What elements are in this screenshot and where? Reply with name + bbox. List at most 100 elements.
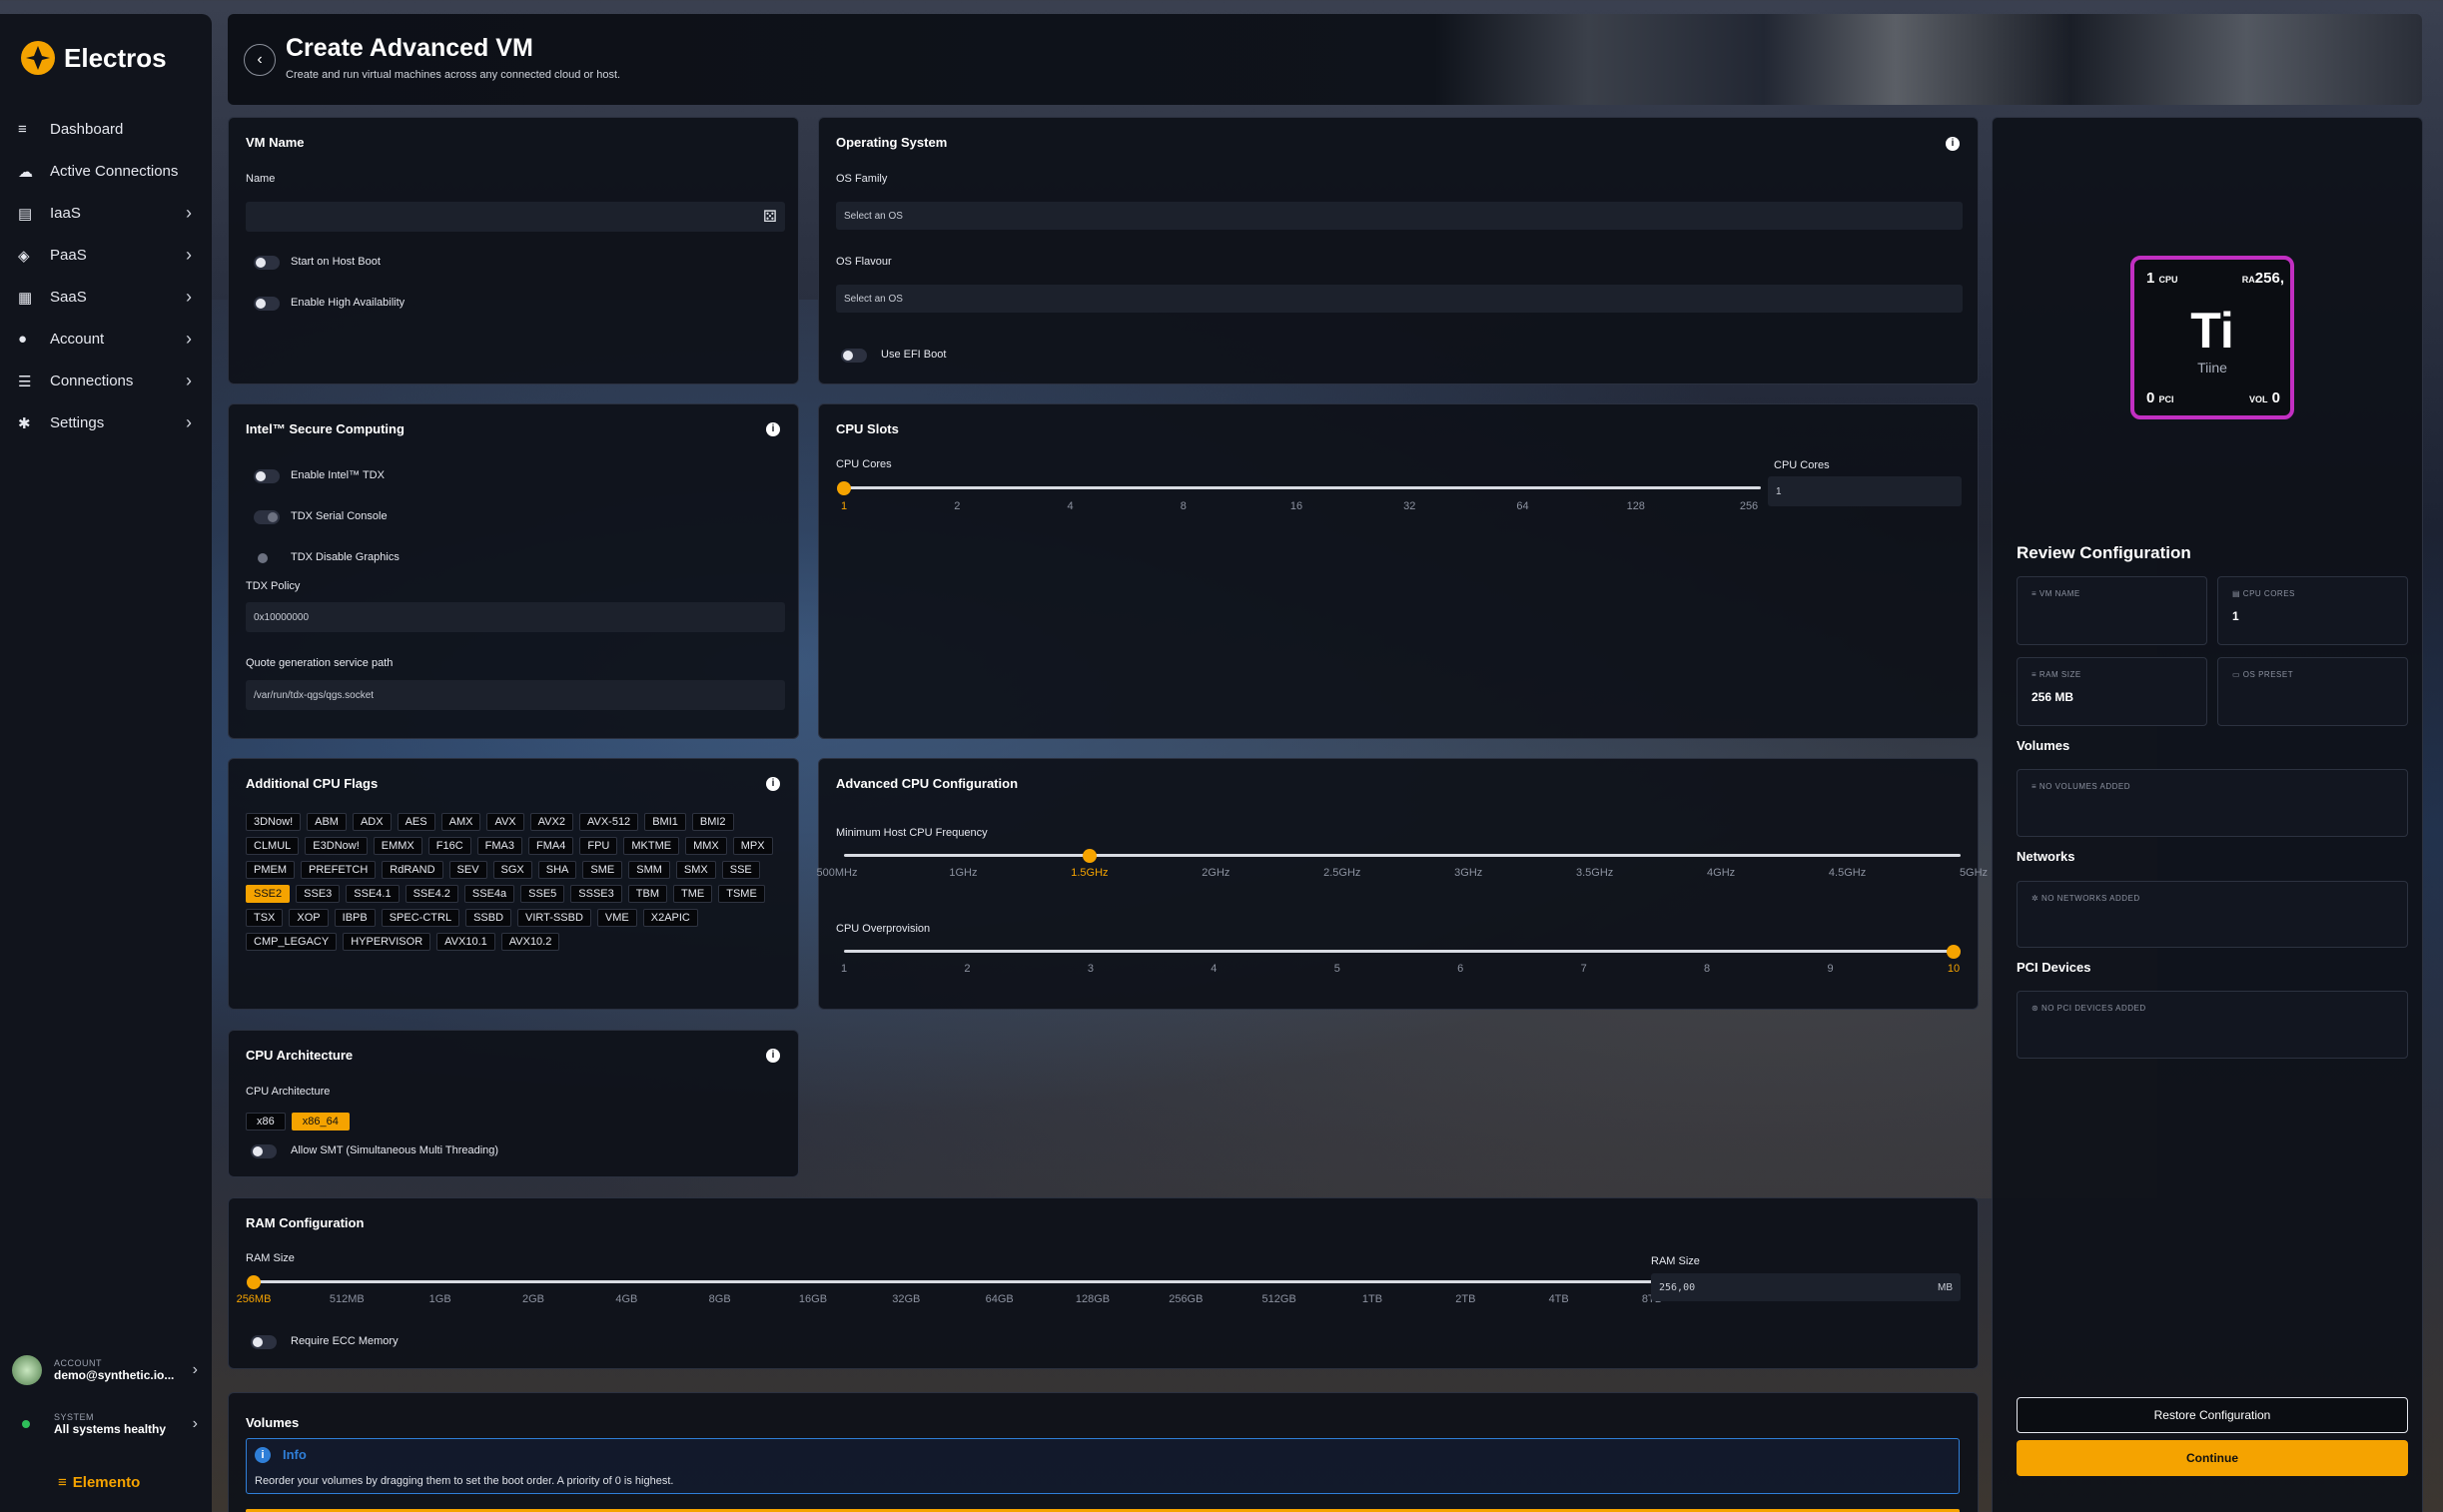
electros-logo-icon (21, 41, 55, 75)
sidebar-item-paas[interactable]: ◈ PaaS › (0, 234, 212, 276)
continue-button[interactable]: Continue (2017, 1440, 2408, 1476)
cpu-flag-chip[interactable]: AVX10.1 (436, 933, 495, 951)
tdx-serial-console-toggle[interactable] (254, 510, 280, 524)
cpu-flag-chip[interactable]: ADX (352, 813, 392, 831)
cpu-flag-chip[interactable]: TSME (718, 885, 765, 903)
info-icon[interactable]: i (766, 422, 780, 436)
cpu-flag-chip[interactable]: SSE4.1 (346, 885, 400, 903)
cpu-flag-chip[interactable]: X2APIC (642, 909, 698, 927)
info-text: Reorder your volumes by dragging them to… (255, 1475, 674, 1487)
vm-name-input[interactable] (246, 202, 785, 232)
restore-configuration-button[interactable]: Restore Configuration (2017, 1397, 2408, 1433)
cpu-flag-chip[interactable]: SGX (492, 861, 532, 879)
start-on-boot-toggle[interactable] (254, 256, 280, 270)
elemento-logo-icon: ≡ (58, 1474, 67, 1491)
cpu-flag-chip[interactable]: E3DNow! (305, 837, 368, 855)
cpu-flag-chip[interactable]: F16C (427, 837, 471, 855)
cpu-flag-chip[interactable]: FPU (579, 837, 618, 855)
sidebar-item-account[interactable]: ● Account › (0, 318, 212, 360)
cpu-flag-chip[interactable]: PREFETCH (301, 861, 377, 879)
cpu-flag-chip[interactable]: CMP_LEGACY (246, 933, 338, 951)
efi-boot-toggle[interactable] (841, 349, 867, 363)
cpu-flag-chip[interactable]: FMA3 (476, 837, 523, 855)
high-availability-toggle[interactable] (254, 297, 280, 311)
cpu-flag-chip[interactable]: VIRT-SSBD (517, 909, 591, 927)
cpu-flag-chip[interactable]: CLMUL (246, 837, 300, 855)
cpu-flag-chip[interactable]: FMA4 (528, 837, 574, 855)
cpu-flag-chip[interactable]: SME (582, 861, 623, 879)
cpu-flag-chip[interactable]: VME (596, 909, 637, 927)
os-family-select[interactable]: Select an OS (836, 202, 1963, 230)
os-flavour-select[interactable]: Select an OS (836, 285, 1963, 313)
cpu-flag-chip[interactable]: SSE5 (520, 885, 565, 903)
cpu-flag-chip[interactable]: XOP (289, 909, 329, 927)
cpu-flag-chip[interactable]: SSE4a (463, 885, 515, 903)
cpu-flag-chip[interactable]: IBPB (334, 909, 376, 927)
cpu-cores-input[interactable]: 1 (1768, 476, 1962, 506)
cpu-flag-chip[interactable]: PMEM (246, 861, 295, 879)
ram-slider-handle[interactable] (247, 1274, 261, 1289)
dice-icon[interactable]: ⚄ (763, 207, 777, 227)
cpu-flag-chip[interactable]: TME (673, 885, 713, 903)
cpu-flag-chip[interactable]: AES (397, 813, 435, 831)
cpu-frequency-slider-handle[interactable] (1083, 848, 1097, 863)
cpu-flag-chip[interactable]: SSBD (465, 909, 512, 927)
cpu-cores-slider-handle[interactable] (837, 480, 851, 495)
cpu-flag-chip[interactable]: MKTME (623, 837, 680, 855)
cpu-overprovision-slider[interactable] (844, 950, 1961, 953)
cpu-flag-chip[interactable]: SPEC-CTRL (381, 909, 460, 927)
intel-tdx-toggle[interactable] (254, 469, 280, 483)
arch-option-x86_64[interactable]: x86_64 (291, 1113, 350, 1131)
sidebar-item-iaas[interactable]: ▤ IaaS › (0, 192, 212, 234)
cpu-flag-chip[interactable]: MMX (685, 837, 727, 855)
cpu-flag-chip[interactable]: AVX-512 (578, 813, 639, 831)
cpu-flag-chip[interactable]: TSX (246, 909, 284, 927)
cpu-flag-chip[interactable]: AVX10.2 (500, 933, 560, 951)
cpu-flag-chip[interactable]: TBM (627, 885, 667, 903)
cpu-flag-chip[interactable]: EMMX (373, 837, 422, 855)
back-button[interactable]: ‹ (244, 44, 276, 76)
cpu-overprovision-slider-handle[interactable] (1947, 944, 1961, 959)
cpu-flag-chip[interactable]: ABM (307, 813, 347, 831)
cpu-flag-chip[interactable]: BMI2 (691, 813, 734, 831)
tdx-disable-graphics-toggle[interactable] (254, 551, 280, 565)
cpu-flag-chip[interactable]: HYPERVISOR (343, 933, 431, 951)
cpu-frequency-slider[interactable] (844, 854, 1961, 857)
cpu-flag-chip[interactable]: SSSE3 (570, 885, 622, 903)
sidebar-item-active-connections[interactable]: ☁ Active Connections (0, 150, 212, 192)
ram-size-input[interactable]: 256,00 (1651, 1273, 1961, 1301)
info-icon[interactable]: i (766, 1049, 780, 1063)
cpu-architecture-card: CPU Architecture i CPU Architecture x86 x… (228, 1030, 799, 1177)
ecc-memory-toggle[interactable] (251, 1335, 277, 1349)
cpu-flag-chip[interactable]: SHA (537, 861, 577, 879)
brand-logo[interactable]: Electros (20, 40, 167, 76)
sidebar-item-dashboard[interactable]: ≡ Dashboard (0, 108, 212, 150)
system-status[interactable]: SYSTEM All systems healthy › (0, 1404, 212, 1444)
cpu-flag-chip[interactable]: SEV (448, 861, 487, 879)
info-icon[interactable]: i (1946, 137, 1960, 151)
cpu-flag-chip[interactable]: AMX (440, 813, 481, 831)
cpu-flag-chip[interactable]: SSE4.2 (405, 885, 458, 903)
sidebar-item-saas[interactable]: ▦ SaaS › (0, 276, 212, 318)
sidebar-item-connections[interactable]: ☰ Connections › (0, 360, 212, 401)
tdx-policy-input[interactable]: 0x10000000 (246, 602, 785, 632)
cpu-flag-chip[interactable]: MPX (732, 837, 773, 855)
cpu-flag-chip[interactable]: SSE (721, 861, 760, 879)
cpu-flag-chip[interactable]: AVX (486, 813, 524, 831)
cpu-flag-chip[interactable]: 3DNow! (246, 813, 302, 831)
arch-option-x86[interactable]: x86 (246, 1113, 286, 1131)
cpu-flag-chip[interactable]: AVX2 (529, 813, 573, 831)
quote-path-input[interactable]: /var/run/tdx-qgs/qgs.socket (246, 680, 785, 710)
smt-toggle[interactable] (251, 1144, 277, 1158)
sidebar-item-settings[interactable]: ✱ Settings › (0, 401, 212, 443)
cpu-flag-chip[interactable]: SSE3 (296, 885, 341, 903)
cpu-flag-chip[interactable]: SMX (675, 861, 716, 879)
cpu-flag-chip[interactable]: RdRAND (382, 861, 443, 879)
cpu-cores-slider[interactable] (844, 486, 1761, 489)
ram-slider[interactable] (254, 1280, 1664, 1283)
cpu-flag-chip[interactable]: SSE2 (246, 885, 291, 903)
cpu-flag-chip[interactable]: SMM (628, 861, 670, 879)
cpu-flag-chip[interactable]: BMI1 (644, 813, 686, 831)
account-menu[interactable]: ACCOUNT demo@synthetic.io... › (0, 1350, 212, 1390)
info-icon[interactable]: i (766, 777, 780, 791)
